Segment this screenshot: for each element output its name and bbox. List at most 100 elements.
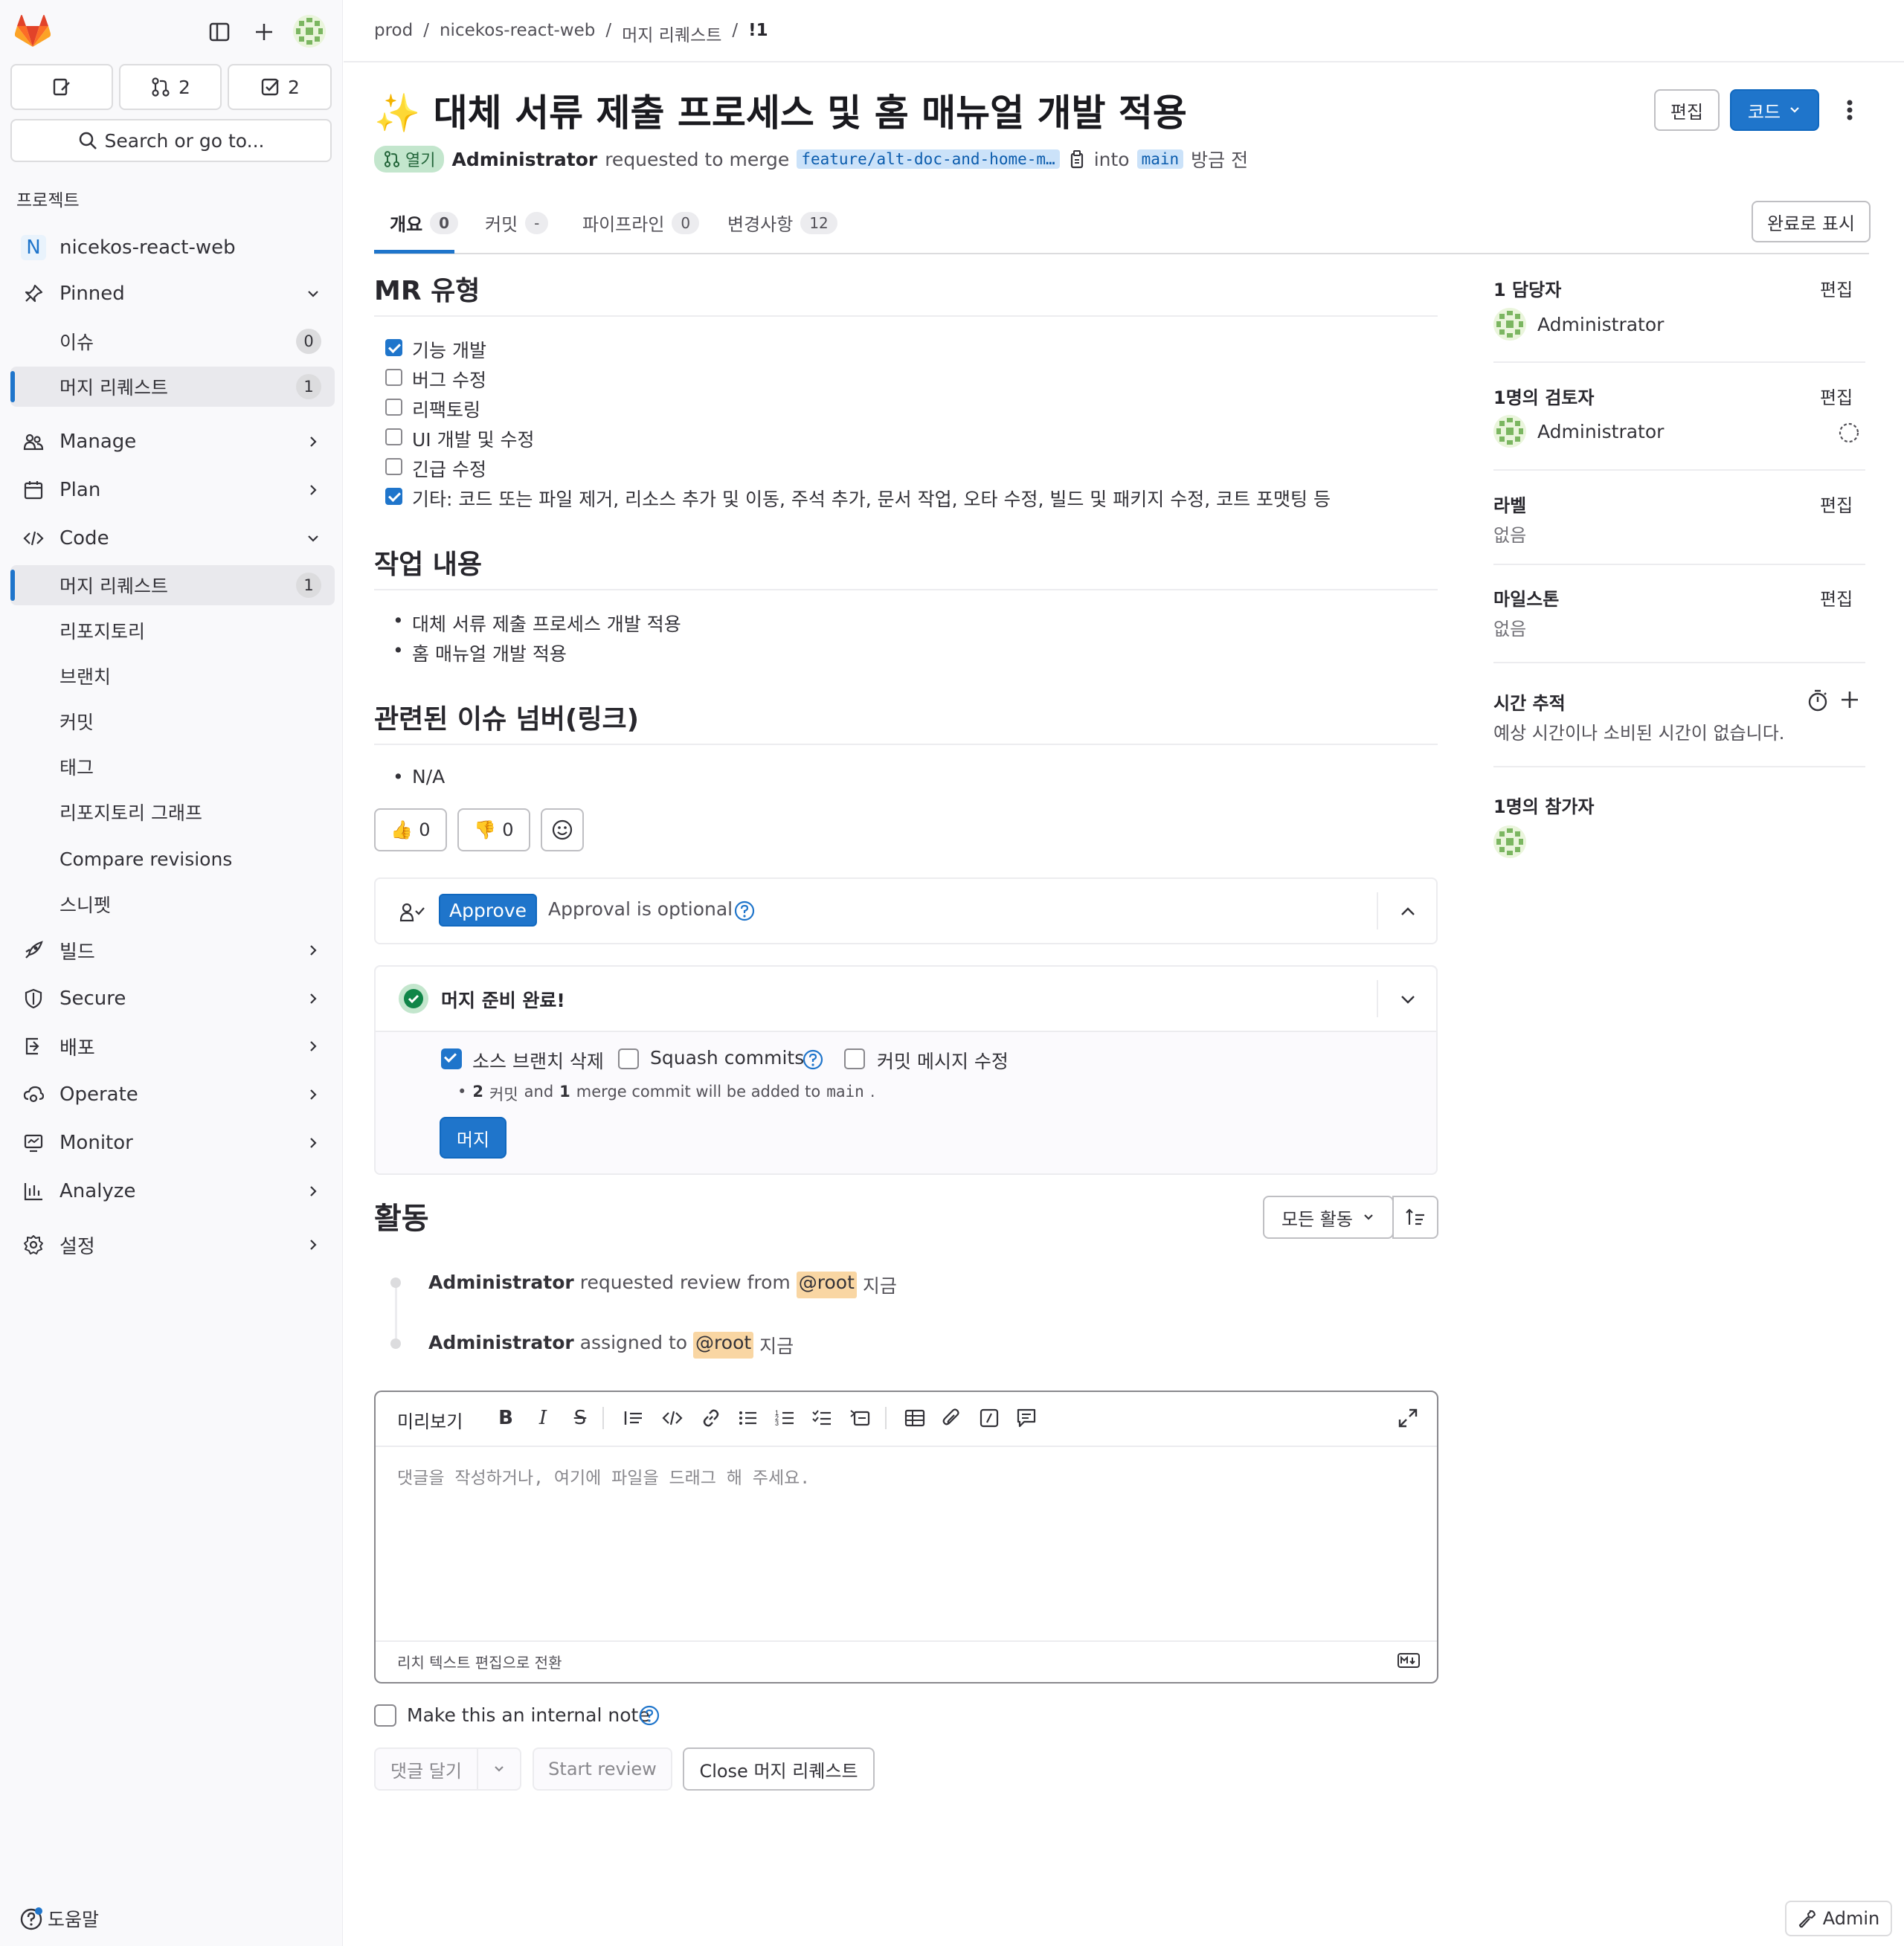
assignee-avatar[interactable] xyxy=(1493,308,1526,341)
todos-shortcut-button[interactable]: 2 xyxy=(228,64,332,110)
sidebar-item-settings[interactable]: 설정 xyxy=(10,1224,335,1266)
delete-branch-checkbox[interactable] xyxy=(441,1048,462,1069)
event-user[interactable]: Administrator xyxy=(428,1332,574,1359)
copy-icon[interactable] xyxy=(1067,149,1087,169)
approve-button[interactable]: Approve xyxy=(439,894,537,927)
author-link[interactable]: Administrator xyxy=(451,149,597,170)
breadcrumb-item[interactable]: 머지 리퀘스트 xyxy=(622,21,721,46)
comment-textarea[interactable]: 댓글을 작성하거나, 여기에 파일을 드래그 해 주세요. xyxy=(397,1463,810,1489)
task-list-icon[interactable] xyxy=(810,1405,835,1431)
mark-as-done-button[interactable]: 완료로 표시 xyxy=(1752,201,1871,242)
sidebar-item-merge-requests-pinned[interactable]: 머지 리퀘스트 1 xyxy=(10,367,335,407)
chevron-up-icon[interactable] xyxy=(1398,901,1418,922)
sidebar-item-compare-revisions[interactable]: Compare revisions xyxy=(10,839,335,879)
tab-overview[interactable]: 개요 0 xyxy=(390,210,459,236)
issues-shortcut-button[interactable] xyxy=(10,64,113,110)
event-user[interactable]: Administrator xyxy=(428,1272,574,1298)
sidebar-toggle-icon[interactable] xyxy=(208,21,231,43)
table-icon[interactable] xyxy=(902,1405,927,1431)
checkbox[interactable] xyxy=(385,369,402,386)
tab-pipelines[interactable]: 파이프라인 0 xyxy=(582,210,700,236)
edit-commit-message-checkbox[interactable] xyxy=(844,1048,865,1069)
code-dropdown-button[interactable]: 코드 xyxy=(1730,89,1819,131)
reviewer-name[interactable]: Administrator xyxy=(1537,421,1664,442)
sidebar-item-tags[interactable]: 태그 xyxy=(10,747,335,787)
tab-commits[interactable]: 커밋 - xyxy=(485,210,549,236)
sidebar-item-build[interactable]: 빌드 xyxy=(10,929,335,971)
stopwatch-icon[interactable] xyxy=(1806,689,1830,712)
sidebar-item-analyze[interactable]: Analyze xyxy=(10,1170,335,1212)
merge-requests-shortcut-button[interactable]: 2 xyxy=(119,64,222,110)
italic-icon[interactable]: I xyxy=(530,1405,556,1431)
bold-icon[interactable]: B xyxy=(493,1405,518,1431)
sidebar-item-snippets[interactable]: 스니펫 xyxy=(10,884,335,924)
attach-file-icon[interactable] xyxy=(939,1405,965,1431)
breadcrumb-item[interactable]: nicekos-react-web xyxy=(440,21,595,46)
checkbox-checked[interactable] xyxy=(385,339,402,356)
edit-button[interactable]: 편집 xyxy=(1654,89,1720,131)
participant-avatar[interactable] xyxy=(1493,825,1526,858)
sidebar-item-merge-requests[interactable]: 머지 리퀘스트 1 xyxy=(10,565,335,605)
gitlab-logo-icon[interactable] xyxy=(14,15,51,48)
breadcrumb-item[interactable]: prod xyxy=(374,21,413,46)
sidebar-item-code[interactable]: Code xyxy=(10,518,335,559)
user-mention[interactable]: @root xyxy=(796,1272,857,1298)
preview-button[interactable]: 미리보기 xyxy=(397,1407,463,1433)
checkbox[interactable] xyxy=(385,428,402,445)
breadcrumb-item[interactable]: !1 xyxy=(748,21,768,46)
admin-button[interactable]: Admin xyxy=(1785,1901,1892,1936)
user-avatar[interactable] xyxy=(293,15,326,48)
sidebar-item-branches[interactable]: 브랜치 xyxy=(10,656,335,696)
sidebar-item-repository-graph[interactable]: 리포지토리 그래프 xyxy=(10,792,335,832)
fullscreen-icon[interactable] xyxy=(1395,1405,1421,1431)
comment-button[interactable]: 댓글 달기 xyxy=(374,1747,478,1791)
sidebar-item-monitor[interactable]: Monitor xyxy=(10,1122,335,1164)
question-icon[interactable] xyxy=(638,1704,660,1727)
question-icon[interactable] xyxy=(802,1048,824,1071)
checkbox[interactable] xyxy=(385,399,402,416)
source-branch[interactable]: feature/alt-doc-and-home-m… xyxy=(797,149,1060,169)
thumbs-up-button[interactable]: 👍 0 xyxy=(374,808,447,851)
search-button[interactable]: Search or go to... xyxy=(10,119,332,162)
project-link[interactable]: N nicekos-react-web xyxy=(10,227,335,268)
bullet-list-icon[interactable] xyxy=(736,1405,761,1431)
thumbs-down-button[interactable]: 👎 0 xyxy=(457,808,530,851)
assignee-name[interactable]: Administrator xyxy=(1537,314,1664,335)
code-icon[interactable] xyxy=(660,1405,685,1431)
sort-order-button[interactable] xyxy=(1392,1196,1438,1239)
sidebar-item-manage[interactable]: Manage xyxy=(10,421,335,463)
sidebar-item-issues[interactable]: 이슈 0 xyxy=(10,321,335,361)
squash-checkbox[interactable] xyxy=(618,1048,639,1069)
add-time-icon[interactable] xyxy=(1839,689,1861,711)
sidebar-item-plan[interactable]: Plan xyxy=(10,469,335,511)
reviewer-edit-link[interactable]: 편집 xyxy=(1820,383,1853,409)
reviewer-avatar[interactable] xyxy=(1493,415,1526,448)
milestone-edit-link[interactable]: 편집 xyxy=(1820,584,1853,610)
sidebar-item-secure[interactable]: Secure xyxy=(10,978,335,1019)
checkbox-checked[interactable] xyxy=(385,488,402,505)
quote-icon[interactable] xyxy=(621,1405,646,1431)
create-new-icon[interactable] xyxy=(253,21,275,43)
add-reaction-button[interactable] xyxy=(541,808,584,851)
question-icon[interactable] xyxy=(733,900,756,922)
internal-note-checkbox[interactable] xyxy=(374,1704,396,1727)
assignee-edit-link[interactable]: 편집 xyxy=(1820,275,1853,301)
more-actions-icon[interactable] xyxy=(1839,97,1861,123)
comment-options-dropdown[interactable] xyxy=(477,1747,521,1791)
sidebar-item-operate[interactable]: Operate xyxy=(10,1074,335,1115)
chevron-down-icon[interactable] xyxy=(1398,989,1418,1010)
user-mention[interactable]: @root xyxy=(693,1332,754,1359)
sidebar-item-commits[interactable]: 커밋 xyxy=(10,701,335,741)
strikethrough-icon[interactable]: S xyxy=(567,1405,593,1431)
slash-command-icon[interactable] xyxy=(977,1405,1002,1431)
comment-template-icon[interactable] xyxy=(1014,1405,1039,1431)
start-review-button[interactable]: Start review xyxy=(533,1747,672,1791)
link-icon[interactable] xyxy=(698,1405,724,1431)
collapsible-icon[interactable] xyxy=(847,1405,872,1431)
sidebar-item-deploy[interactable]: 배포 xyxy=(10,1025,335,1067)
checkbox[interactable] xyxy=(385,458,402,475)
tab-changes[interactable]: 변경사항 12 xyxy=(727,210,837,236)
sidebar-item-pinned[interactable]: Pinned xyxy=(10,273,335,315)
labels-edit-link[interactable]: 편집 xyxy=(1820,491,1853,517)
target-branch[interactable]: main xyxy=(1136,149,1184,169)
